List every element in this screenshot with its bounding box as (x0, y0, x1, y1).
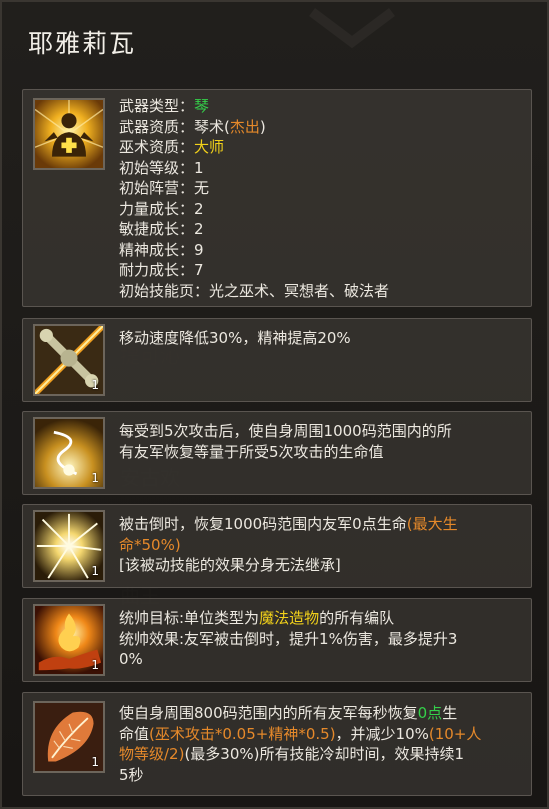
chevron-decoration (309, 8, 395, 49)
skill-card-3[interactable]: 1 被击倒时，恢复1000码范围内友军0点生命(最大生 命*50%) [该被动技… (22, 504, 532, 588)
init-faction-row: 初始阵营：无 (119, 178, 521, 199)
skill-level: 1 (91, 755, 99, 769)
skill-card-2[interactable]: 1 每受到5次攻击后，使自身周围1000码范围内的所 有友军恢复等量于所受5次攻… (22, 411, 532, 495)
skill-desc-line: 物等级/2)(最多30%)所有技能冷却时间，效果持续1 (119, 744, 521, 765)
skill-desc-line: 5秒 (119, 765, 144, 784)
skill-desc-text: 的所有编队 (319, 609, 395, 627)
magic-quality-label: 巫术资质： (119, 138, 195, 156)
hero-stats: 武器类型：琴 武器资质：琴术(杰出) 巫术资质：大师 初始等级：1 初始阵营：无… (119, 96, 521, 301)
weapon-type-row: 武器类型：琴 (119, 96, 521, 117)
skill-desc-text: 使自身周围800码范围内的所有友军每秒恢复 (119, 704, 418, 722)
skill-desc-line: 被击倒时，恢复1000码范围内友军0点生命(最大生 (119, 514, 521, 535)
skill-desc-line: 命值(巫术攻击*0.05+精神*0.5)，并减少10%(10+人 (119, 724, 521, 745)
hero-tooltip-panel: 耶雅莉瓦 武器类型：琴 武器资质：琴术(杰出) 巫术资质：大师 初始等级：1 初… (0, 0, 549, 809)
skill-desc-text: ，并减少10% (335, 724, 429, 743)
skill-desc: 每受到5次攻击后，使自身周围1000码范围内的所 有友军恢复等量于所受5次攻击的… (119, 421, 521, 462)
hero-class-icon-frame (33, 98, 105, 170)
end-growth-value: 7 (194, 261, 204, 279)
init-faction-label: 初始阵营： (119, 179, 195, 197)
str-growth-row: 力量成长：2 (119, 199, 521, 220)
magic-quality-row: 巫术资质：大师 (119, 137, 521, 158)
agi-growth-row: 敏捷成长：2 (119, 219, 521, 240)
skill-desc-text: (最多30%)所有技能冷却时间，效果持续1 (184, 745, 465, 763)
skill-desc: 被击倒时，恢复1000码范围内友军0点生命(最大生 命*50%) [该被动技能的… (119, 514, 521, 576)
skill-desc-formula: 物等级/2) (119, 745, 185, 763)
agi-growth-value: 2 (194, 220, 204, 238)
hero-name: 耶雅莉瓦 (28, 29, 137, 58)
skill-desc-note: [该被动技能的效果分身无法继承] (119, 556, 341, 574)
skill-card-1[interactable]: 1 移动速度降低30%，精神提高20% (22, 318, 532, 402)
skill-desc: 统帅目标:单位类型为魔法造物的所有编队 统帅效果:友军被击倒时，提升1%伤害，最… (119, 608, 521, 670)
skill-desc-formula: (10+人 (428, 724, 482, 743)
spi-growth-row: 精神成长：9 (119, 240, 521, 261)
end-growth-row: 耐力成长：7 (119, 260, 521, 281)
init-level-row: 初始等级：1 (119, 158, 521, 179)
weapon-quality-paren: ) (259, 117, 266, 136)
skill-desc-line: 0% (119, 650, 143, 668)
skill-desc-line: 使自身周围800码范围内的所有友军每秒恢复0点生 (119, 703, 521, 724)
skill-icon-frame: 1 (33, 324, 105, 396)
skill-desc-formula: (巫术攻击*0.05+精神*0.5) (149, 724, 336, 743)
end-growth-label: 耐力成长： (119, 261, 195, 279)
weapon-quality-grade: 杰出 (229, 117, 260, 136)
skill-icon-frame: 1 (33, 417, 105, 489)
skill-desc-text: 生 (442, 704, 458, 722)
agi-growth-label: 敏捷成长： (119, 220, 195, 238)
skill-level: 1 (91, 658, 99, 672)
holy-cross-icon (35, 100, 103, 168)
spi-growth-label: 精神成长： (119, 240, 195, 259)
init-faction-value: 无 (194, 179, 210, 197)
skill-desc-line: 统帅效果:友军被击倒时，提升1%伤害，最多提升3 (119, 629, 458, 648)
magic-quality-value: 大师 (194, 138, 225, 156)
skill-desc: 使自身周围800码范围内的所有友军每秒恢复0点生 命值(巫术攻击*0.05+精神… (119, 703, 521, 785)
skill-icon-frame: 1 (33, 604, 105, 676)
skill-icon-frame: 1 (33, 510, 105, 582)
skill-desc-line: 命*50%) (119, 535, 521, 556)
skill-level: 1 (91, 471, 99, 485)
weapon-quality-label: 武器资质： (119, 117, 195, 136)
skill-desc-line: 统帅目标:单位类型为魔法造物的所有编队 (119, 608, 521, 629)
init-level-value: 1 (194, 158, 204, 177)
skill-card-5[interactable]: 1 使自身周围800码范围内的所有友军每秒恢复0点生 命值(巫术攻击*0.05+… (22, 692, 532, 796)
skill-desc-text: 被击倒时，恢复1000码范围内友军0点生命 (119, 515, 407, 533)
skill-desc-line: 每受到5次攻击后，使自身周围1000码范围内的所 (119, 422, 452, 440)
skill-desc-formula: (最大生 (406, 515, 458, 533)
hero-info-card: 武器类型：琴 武器资质：琴术(杰出) 巫术资质：大师 初始等级：1 初始阵营：无… (22, 89, 532, 307)
skill-level: 1 (91, 564, 99, 578)
skill-desc-line: 移动速度降低30%，精神提高20% (119, 329, 351, 347)
skill-desc: 移动速度降低30%，精神提高20% (119, 328, 521, 349)
str-growth-label: 力量成长： (119, 199, 195, 218)
weapon-quality-row: 武器资质：琴术(杰出) (119, 117, 521, 138)
skill-icon-frame: 1 (33, 701, 105, 773)
skill-desc-value: 0点 (417, 704, 443, 722)
skill-level: 1 (91, 378, 99, 392)
skill-page-row: 初始技能页：光之巫术、冥想者、破法者 (119, 281, 521, 302)
init-level-label: 初始等级： (119, 158, 195, 177)
weapon-type-label: 武器类型： (119, 97, 195, 115)
skill-desc-text: 命值 (119, 724, 150, 743)
skill-desc-highlight: 魔法造物 (259, 609, 320, 627)
skill-page-label: 初始技能页： (119, 281, 210, 300)
skill-card-4[interactable]: 1 统帅目标:单位类型为魔法造物的所有编队 统帅效果:友军被击倒时，提升1%伤害… (22, 598, 532, 682)
skill-page-value: 光之巫术、冥想者、破法者 (209, 281, 390, 300)
spi-growth-value: 9 (194, 240, 204, 259)
weapon-type-value: 琴 (194, 97, 210, 115)
skill-desc-formula: 命*50%) (119, 535, 181, 554)
skill-desc-line: 有友军恢复等量于所受5次攻击的生命值 (119, 442, 384, 461)
str-growth-value: 2 (194, 199, 204, 218)
weapon-quality-value: 琴术 (194, 117, 225, 136)
skill-desc-text: 统帅目标:单位类型为 (119, 609, 260, 627)
